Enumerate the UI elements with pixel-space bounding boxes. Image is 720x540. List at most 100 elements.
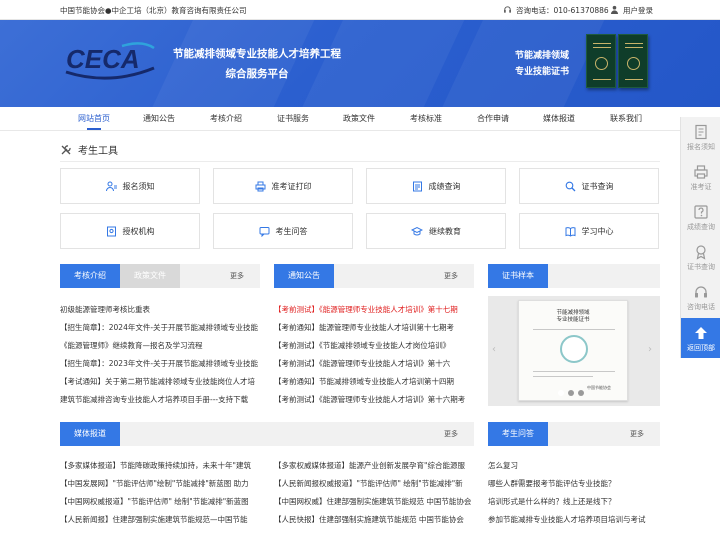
carousel-dot[interactable] <box>568 390 574 396</box>
more-link[interactable]: 更多 <box>630 429 644 439</box>
more-link[interactable]: 更多 <box>444 429 458 439</box>
list-item[interactable]: 【招生简章】：2024年文件-关于开展节能减排领域专业技能 <box>60 319 260 337</box>
list-item[interactable]: 哪些人群需要报考节能评估专业技能？ <box>488 475 660 493</box>
list-item[interactable]: 【考前测试】《能源管理师专业技能人才培训》第十七期 <box>274 301 474 319</box>
list-item[interactable]: 【人民快报】住建部强制实施建筑节能规范 中国节能协会 <box>274 511 474 529</box>
list-item-text: 《能源管理师专业技能人才培训》第十七期 <box>319 305 458 314</box>
tool-registration-notice[interactable]: 报名须知 <box>60 168 200 204</box>
tools-title-text: 考生工具 <box>78 146 118 157</box>
rail-cert-query[interactable]: 证书查询 <box>681 237 720 277</box>
platform-title: 节能减排领域专业技能人才培养工程 综合服务平台 <box>166 44 348 84</box>
tool-score-query[interactable]: 成绩查询 <box>366 168 506 204</box>
media-panel-head: 媒体报道 更多 <box>60 422 474 446</box>
list-item[interactable]: 【人民新闻报权威报道】"节能评估师" 绘制"节能减排"新 <box>274 475 474 493</box>
platform-title-line2: 综合服务平台 <box>225 68 289 80</box>
score-sheet-icon <box>412 181 422 191</box>
list-item[interactable]: 【考前测试】《能源管理师专业技能人才培训》第十六期考 <box>274 391 474 409</box>
list-item[interactable]: 初级能源管理师考核比重表 <box>60 301 260 319</box>
graduation-cap-icon <box>411 226 423 235</box>
exam-intro-panel-head: 考核介绍 政策文件 更多 <box>60 264 260 288</box>
tab-notices[interactable]: 通知公告 <box>274 264 334 288</box>
tab-policy[interactable]: 政策文件 <box>120 264 180 288</box>
list-item[interactable]: 【招生简章】：2023年文件-关于开展节能减排领域专业技能 <box>60 355 260 373</box>
tool-cert-query[interactable]: 证书查询 <box>519 168 659 204</box>
tools-icon <box>61 145 71 155</box>
list-item[interactable]: 【考前通知】能源管理师专业技能人才培训第十七期考 <box>274 319 474 337</box>
list-item[interactable]: 【考前通知】节能减排领域专业技能人才培训第十四期 <box>274 373 474 391</box>
qa-list: 怎么复习 哪些人群需要报考节能评估专业技能？ 培训形式是什么样的？线上还是线下？… <box>488 457 660 529</box>
tab-qa[interactable]: 考生问答 <box>488 422 548 446</box>
tab-media[interactable]: 媒体报道 <box>60 422 120 446</box>
user-login-link[interactable]: 用户登录 <box>610 5 653 16</box>
tool-label: 继续教育 <box>429 226 461 236</box>
tool-learning-center[interactable]: 学习中心 <box>519 213 659 249</box>
nav-exam-intro[interactable]: 考核介绍 <box>210 113 242 124</box>
header-banner: CECA 节能减排领域专业技能人才培养工程 综合服务平台 节能减排领域 专业技能… <box>0 20 720 107</box>
media-list-right: 【多家权威媒体报道】能源产业创新发展孕育"综合能源服 【人民新闻报权威报道】"节… <box>274 457 474 529</box>
list-item-text: 《能源管理师专业技能人才培训》第十六 <box>319 359 451 368</box>
cert-banner-line1: 节能减排领域 <box>514 51 569 61</box>
list-item[interactable]: 培训形式是什么样的？线上还是线下？ <box>488 493 660 511</box>
tool-continuing-edu[interactable]: 继续教育 <box>366 213 506 249</box>
list-item[interactable]: 怎么复习 <box>488 457 660 475</box>
more-link[interactable]: 更多 <box>230 271 244 281</box>
document-icon <box>695 124 707 140</box>
carousel-dot[interactable] <box>558 390 564 396</box>
printer-icon <box>255 181 265 191</box>
tool-label: 学习中心 <box>581 226 614 236</box>
rail-consult-phone[interactable]: 咨询电话 <box>681 277 720 317</box>
more-link[interactable]: 更多 <box>444 271 458 281</box>
user-login-text: 用户登录 <box>623 6 653 15</box>
list-item[interactable]: 【中国网权威报道】"节能评估师" 绘制"节能减排"新蓝图 <box>60 493 260 511</box>
list-item-prefix: 【考前测试】 <box>274 341 319 350</box>
tool-authorized-org[interactable]: 授权机构 <box>60 213 200 249</box>
list-item[interactable]: 【考试通知】关于第二期节能减排领域专业技能岗位人才培 <box>60 373 260 391</box>
list-item[interactable]: 【中国网权威】住建部强制实施建筑节能规范 中国节能协会 <box>274 493 474 511</box>
list-item[interactable]: 【考前测试】《节能减排领域专业技能人才岗位培训》 <box>274 337 474 355</box>
book-icon <box>565 226 575 237</box>
list-item[interactable]: 建筑节能减排咨询专业技能人才培养项目手册---支持下载 <box>60 391 260 409</box>
nav-cooperation[interactable]: 合作申请 <box>477 113 509 124</box>
list-item-prefix: 【考前测试】 <box>274 395 319 404</box>
cert-sample-carousel[interactable]: ‹ 节能减排领域 专业技能证书 中国节能协会 › <box>488 296 660 406</box>
list-item[interactable]: 参加节能减排专业技能人才培养项目培训与考试 <box>488 511 660 529</box>
nav-cert-service[interactable]: 证书服务 <box>277 113 309 124</box>
rail-label: 报名须知 <box>687 143 715 151</box>
list-item-prefix: 【考前测试】 <box>274 359 319 368</box>
nav-home[interactable]: 网站首页 <box>78 113 110 130</box>
list-item-text: 能源管理师专业技能人才培训第十七期考 <box>319 323 454 332</box>
carousel-prev-icon[interactable]: ‹ <box>492 344 496 355</box>
nav-contact[interactable]: 联系我们 <box>610 113 642 124</box>
consult-phone: 咨询电话：010-61370886 <box>503 5 609 16</box>
list-item[interactable]: 《能源管理师》继续教育—报名及学习流程 <box>60 337 260 355</box>
cert-sample-title: 节能减排领域 专业技能证书 <box>519 310 627 324</box>
institution-icon <box>106 226 116 236</box>
list-item[interactable]: 【中国发展网】"节能评估师"绘制"节能减排"新蓝图 助力 <box>60 475 260 493</box>
nav-standards[interactable]: 考核标准 <box>410 113 442 124</box>
rail-score-query[interactable]: 成绩查询 <box>681 197 720 237</box>
tools-section-title: 考生工具 <box>60 142 118 157</box>
rail-admission[interactable]: 准考证 <box>681 157 720 197</box>
list-item[interactable]: 【人民新闻报】住建部强制实施建筑节能规范—中国节能 <box>60 511 260 529</box>
list-item[interactable]: 【多家媒体报道】节能降碳政策持续加持，未来十年"建筑 <box>60 457 260 475</box>
rail-back-to-top[interactable]: 返回顶部 <box>681 318 720 358</box>
person-form-icon <box>105 181 117 191</box>
rail-registration-notice[interactable]: 报名须知 <box>681 117 720 157</box>
tab-exam-intro[interactable]: 考核介绍 <box>60 264 120 288</box>
nav-policy[interactable]: 政策文件 <box>343 113 375 124</box>
nav-media[interactable]: 媒体报道 <box>543 113 575 124</box>
rail-label: 证书查询 <box>687 263 715 271</box>
nav-notices[interactable]: 通知公告 <box>143 113 175 124</box>
list-item-prefix: 【考前通知】 <box>274 377 319 386</box>
carousel-next-icon[interactable]: › <box>648 344 652 355</box>
list-item[interactable]: 【考前测试】《能源管理师专业技能人才培训》第十六 <box>274 355 474 373</box>
side-rail: 报名须知 准考证 成绩查询 证书查询 咨询电话 返回顶部 <box>680 117 720 358</box>
list-item-text: 《能源管理师专业技能人才培训》第十六期考 <box>319 395 466 404</box>
certificate-icon <box>696 245 706 260</box>
carousel-dot[interactable] <box>578 390 584 396</box>
list-item-text: 《节能减排领域专业技能人才岗位培训》 <box>319 341 451 350</box>
list-item[interactable]: 【多家权威媒体报道】能源产业创新发展孕育"综合能源服 <box>274 457 474 475</box>
tab-cert-sample[interactable]: 证书样本 <box>488 264 548 288</box>
tool-admission-print[interactable]: 准考证打印 <box>213 168 353 204</box>
tool-faq[interactable]: 考生问答 <box>213 213 353 249</box>
